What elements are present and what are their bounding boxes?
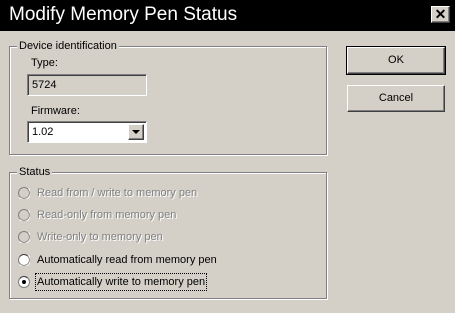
cancel-button[interactable]: Cancel bbox=[347, 85, 445, 112]
close-button[interactable]: ✕ bbox=[431, 6, 450, 23]
type-label: Type: bbox=[31, 57, 58, 69]
firmware-label: Firmware: bbox=[31, 105, 80, 117]
radio-write-only-label: Write-only to memory pen bbox=[37, 231, 163, 243]
radio-auto-read-label[interactable]: Automatically read from memory pen bbox=[37, 253, 217, 267]
device-identification-title: Device identification bbox=[17, 39, 119, 53]
radio-button-icon[interactable] bbox=[18, 276, 30, 288]
firmware-select[interactable]: 1.02 bbox=[27, 121, 147, 143]
radio-button-icon[interactable] bbox=[18, 254, 30, 266]
modify-memory-pen-dialog: Modify Memory Pen Status ✕ Device identi… bbox=[0, 0, 455, 313]
radio-button-icon bbox=[18, 187, 30, 199]
status-group: Status Read from / write to memory pen R… bbox=[9, 165, 327, 299]
radio-auto-write[interactable]: Automatically write to memory pen bbox=[18, 273, 318, 291]
radio-read-write-label: Read from / write to memory pen bbox=[37, 187, 198, 199]
radio-write-only: Write-only to memory pen bbox=[18, 230, 318, 246]
status-group-title: Status bbox=[17, 165, 53, 179]
radio-button-icon bbox=[18, 231, 30, 243]
radio-read-write: Read from / write to memory pen bbox=[18, 186, 318, 202]
radio-read-only: Read-only from memory pen bbox=[18, 208, 318, 224]
close-icon: ✕ bbox=[434, 6, 447, 22]
firmware-dropdown-button[interactable] bbox=[128, 124, 144, 140]
firmware-selected-value: 1.02 bbox=[32, 126, 54, 138]
radio-auto-read[interactable]: Automatically read from memory pen bbox=[18, 253, 318, 269]
radio-auto-write-label[interactable]: Automatically write to memory pen bbox=[34, 273, 208, 291]
type-field: 5724 bbox=[27, 74, 147, 96]
radio-button-icon bbox=[18, 209, 30, 221]
window-title: Modify Memory Pen Status bbox=[9, 4, 238, 25]
radio-read-only-label: Read-only from memory pen bbox=[37, 209, 177, 221]
title-bar[interactable]: Modify Memory Pen Status ✕ bbox=[0, 0, 455, 31]
ok-button[interactable]: OK bbox=[346, 46, 446, 75]
chevron-down-icon bbox=[132, 130, 140, 134]
